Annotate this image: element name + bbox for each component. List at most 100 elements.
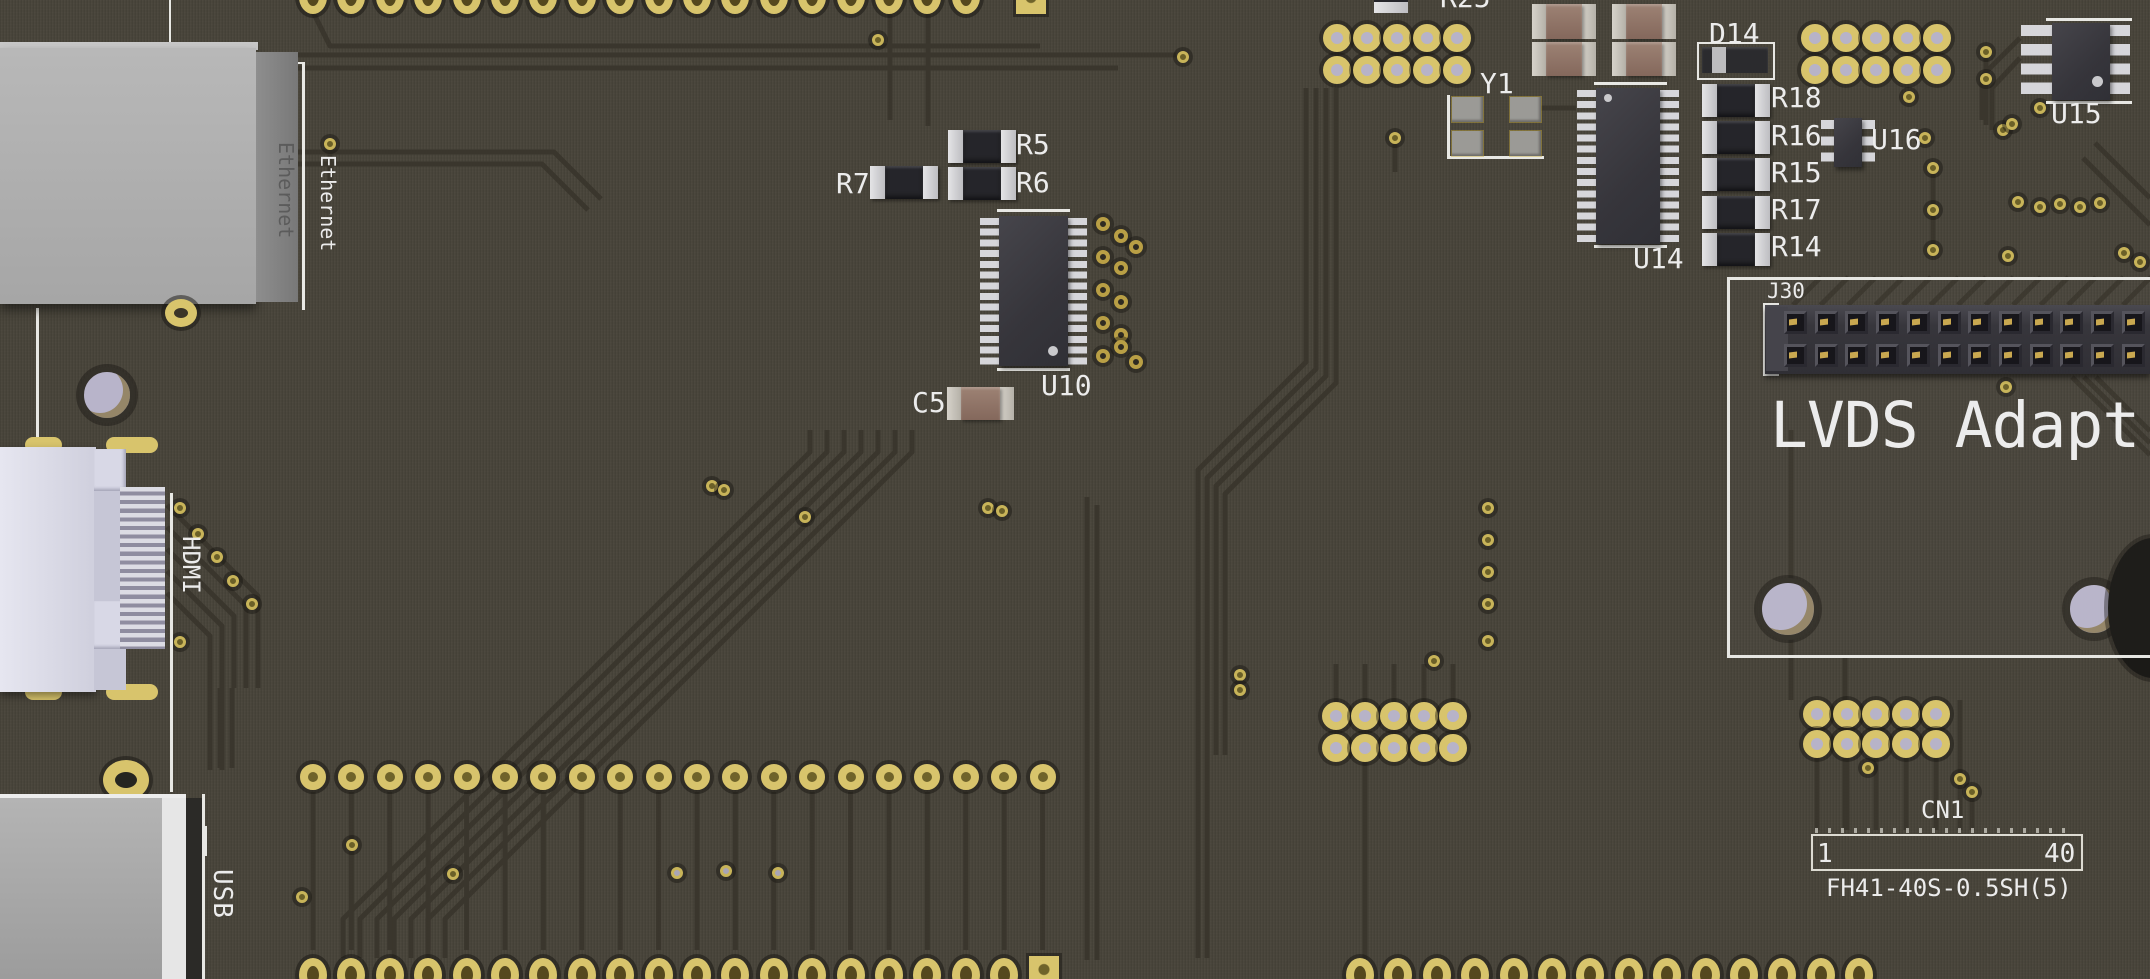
- via: [1482, 566, 1494, 578]
- via: [1862, 24, 1890, 52]
- via: [1322, 734, 1350, 762]
- pad: [491, 958, 519, 979]
- via: [1923, 24, 1951, 52]
- via: [1833, 700, 1861, 728]
- resistor-body: [1717, 158, 1755, 191]
- pad: [837, 0, 865, 14]
- silk-label-j30: J30: [1767, 281, 1805, 302]
- usb-connector: [0, 798, 162, 979]
- via: [1862, 700, 1890, 728]
- via: [1482, 502, 1494, 514]
- via: [996, 505, 1008, 517]
- pad: [875, 958, 903, 979]
- pad: [722, 764, 748, 790]
- pad-square: [1016, 0, 1046, 14]
- pad: [454, 764, 480, 790]
- via: [772, 867, 784, 879]
- via: [227, 575, 239, 587]
- resistor-cap: [1755, 121, 1770, 154]
- pad: [1384, 958, 1412, 979]
- via: [1966, 786, 1978, 798]
- kicad-3d-viewer-canvas[interactable]: R25Y1U14D14R18R16R15R17R14U16U15R7R5R6U1…: [0, 0, 2150, 979]
- pad: [761, 764, 787, 790]
- via: [1927, 244, 1939, 256]
- pad-square: [1029, 956, 1059, 979]
- pad: [299, 958, 327, 979]
- via: [1096, 316, 1110, 330]
- j30-pin: [2035, 351, 2043, 358]
- resistor-cap: [1702, 233, 1717, 266]
- resistor-cap: [1755, 158, 1770, 191]
- pad: [1346, 958, 1374, 979]
- resistor-cap: [1702, 196, 1717, 229]
- capacitor-body-C24: [1626, 42, 1662, 76]
- capacitor-body-C5: [961, 387, 1000, 420]
- silk-label-r14: R14: [1771, 233, 1822, 261]
- j30-pin: [2004, 318, 2012, 325]
- via: [872, 34, 884, 46]
- crystal-pad: [1510, 131, 1541, 156]
- j30-pin-recess: [1938, 311, 1961, 334]
- silk-label-u16: U16: [1871, 126, 1922, 154]
- silk-label-r17: R17: [1771, 196, 1822, 224]
- component-U10: [999, 216, 1068, 366]
- via: [1862, 730, 1890, 758]
- via: [1096, 283, 1110, 297]
- component-U15: [2052, 23, 2110, 100]
- pad: [798, 958, 826, 979]
- via: [1380, 734, 1408, 762]
- pad: [1768, 958, 1796, 979]
- j30-pin-recess: [1999, 344, 2022, 367]
- pad: [299, 0, 327, 14]
- j30-pin-recess: [1784, 344, 1807, 367]
- j30-pin-recess: [2030, 344, 2053, 367]
- via: [1114, 229, 1128, 243]
- mounting-hole: [79, 367, 135, 423]
- pad: [876, 764, 902, 790]
- resistor-cap: [1702, 158, 1717, 191]
- silk-label-cn1_pin_first: 1: [1817, 841, 1833, 867]
- hdmi-tab: [94, 449, 126, 491]
- via: [1114, 340, 1128, 354]
- hdmi-connector: [0, 447, 96, 692]
- via: [346, 839, 358, 851]
- silk-label-ethernet: Ethernet: [318, 155, 338, 251]
- via: [2094, 197, 2106, 209]
- pin1-dot: [1604, 94, 1612, 102]
- pad: [491, 0, 519, 14]
- silk-label-cn1_partnum: FH41-40S-0.5SH(5): [1826, 876, 2072, 900]
- silk-label-u15: U15: [2051, 100, 2102, 128]
- via: [1389, 132, 1401, 144]
- pad: [337, 0, 365, 14]
- j30-pin: [1820, 351, 1828, 358]
- silkscreen-line: [204, 826, 207, 856]
- capacitor-cap: [1532, 4, 1546, 39]
- silkscreen-line: [997, 209, 1070, 212]
- via: [1893, 56, 1921, 84]
- j30-pin-recess: [2091, 344, 2114, 367]
- resistor-body: [1717, 121, 1755, 154]
- pin1-dot: [2092, 76, 2103, 87]
- via: [1322, 702, 1350, 730]
- via: [211, 551, 223, 563]
- j30-pin: [2127, 351, 2135, 358]
- via: [1862, 762, 1874, 774]
- pad: [646, 764, 672, 790]
- via: [671, 867, 683, 879]
- j30-pin: [1881, 351, 1889, 358]
- via: [1413, 56, 1441, 84]
- j30-pin: [2065, 351, 2073, 358]
- silkscreen-line: [36, 308, 39, 438]
- capacitor-cap: [1000, 387, 1014, 420]
- silk-label-r5: R5: [1016, 131, 1050, 159]
- pad: [684, 764, 710, 790]
- j30-pin-recess: [2122, 311, 2145, 334]
- via: [1803, 730, 1831, 758]
- via: [2002, 250, 2014, 262]
- pad: [645, 958, 673, 979]
- pad: [914, 764, 940, 790]
- capacitor-body-C22: [1546, 42, 1582, 76]
- via: [1833, 730, 1861, 758]
- via: [982, 502, 994, 514]
- via: [1380, 702, 1408, 730]
